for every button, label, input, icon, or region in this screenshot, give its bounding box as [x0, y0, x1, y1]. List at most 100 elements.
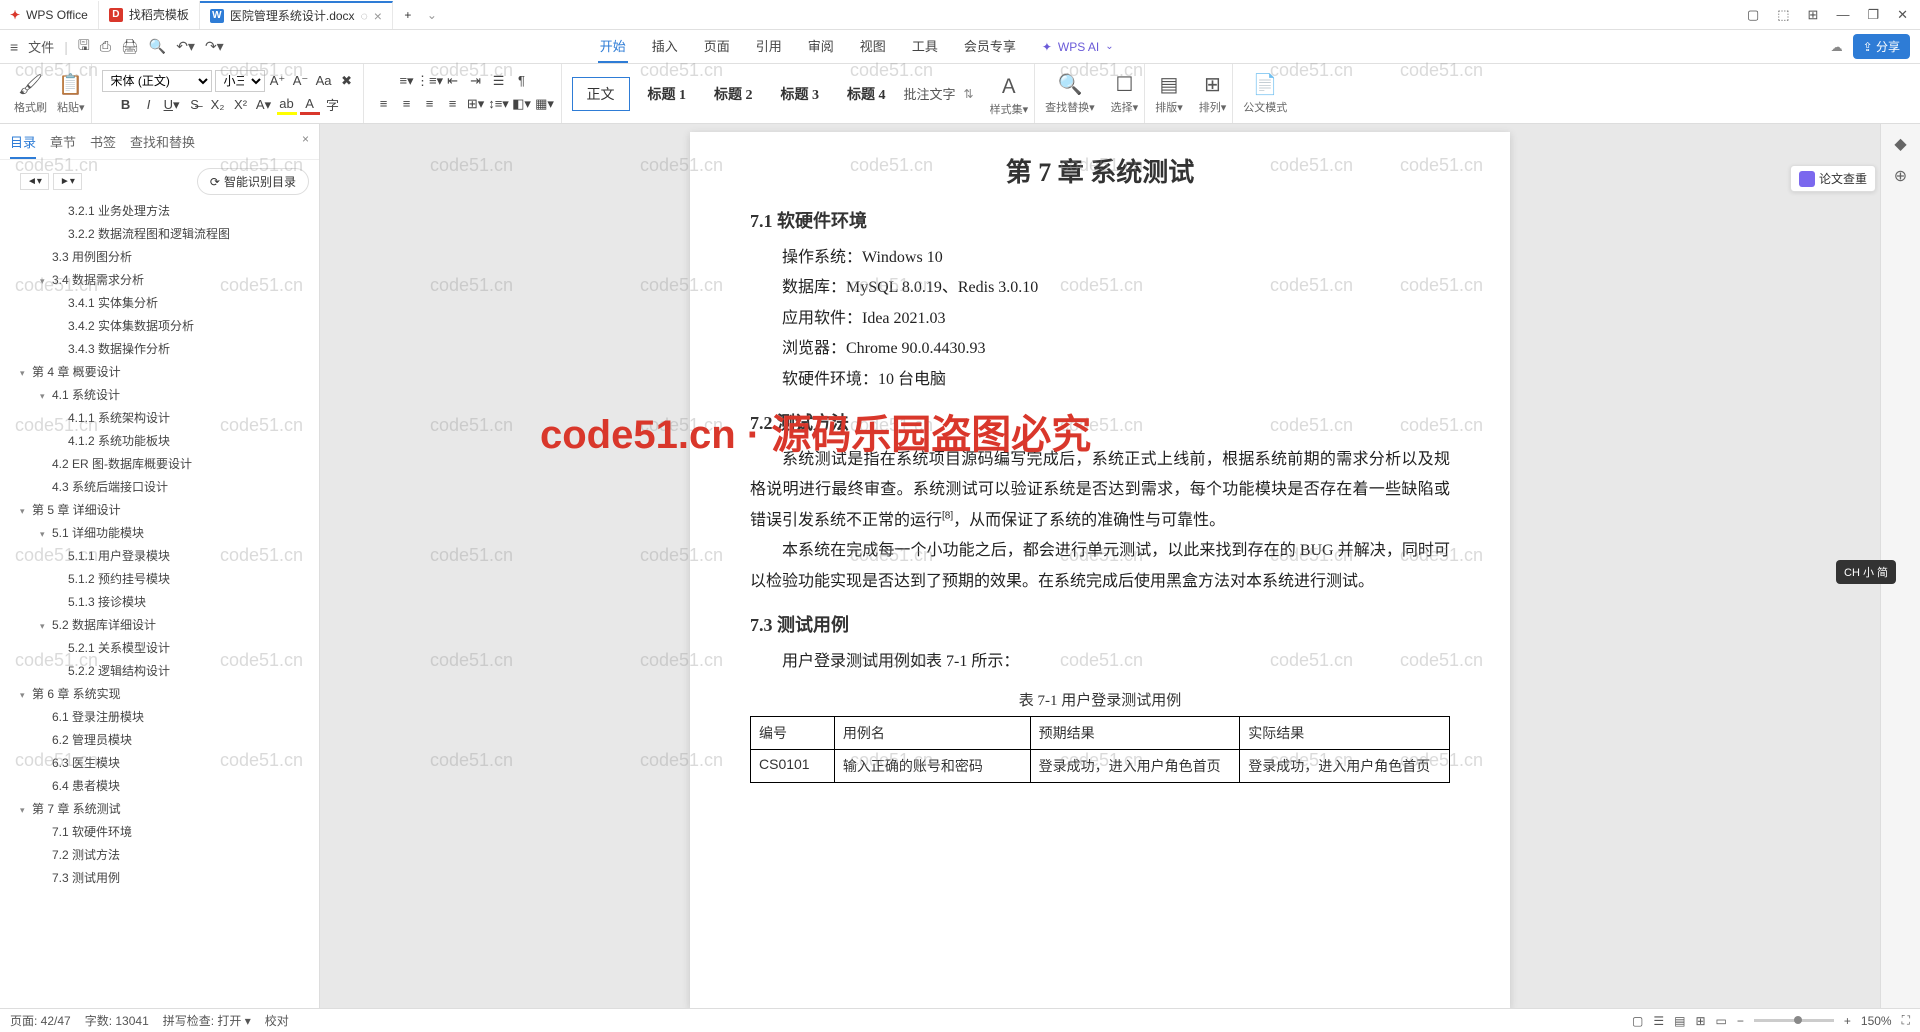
preview-icon[interactable]: 🔍	[149, 38, 166, 55]
tab-document[interactable]: W 医院管理系统设计.docx ◌ ×	[200, 1, 393, 29]
line-spacing-icon[interactable]: ↕≡▾	[489, 94, 509, 114]
sidebar-tab-bookmarks[interactable]: 书签	[90, 132, 116, 159]
outline-item[interactable]: 4.3 系统后端接口设计	[0, 475, 319, 498]
outline-item[interactable]: 3.4.1 实体集分析	[0, 291, 319, 314]
outline-item[interactable]: ▾3.4 数据需求分析	[0, 268, 319, 291]
decrease-font-icon[interactable]: A⁻	[291, 71, 311, 91]
phonetic-icon[interactable]: 字	[323, 95, 343, 115]
sidebar-tab-outline[interactable]: 目录	[10, 132, 36, 159]
change-case-icon[interactable]: Aa	[314, 71, 334, 91]
outline-item[interactable]: 3.2.1 业务处理方法	[0, 199, 319, 222]
bullets-icon[interactable]: ≡▾	[397, 71, 417, 91]
sidebar-tab-sections[interactable]: 章节	[50, 132, 76, 159]
word-count[interactable]: 字数: 13041	[85, 1012, 149, 1029]
outline-collapse-icon[interactable]: ◄▾	[20, 173, 49, 190]
decrease-indent-icon[interactable]: ⇤	[443, 71, 463, 91]
style-h2[interactable]: 标题 2	[704, 78, 763, 110]
tool-icon[interactable]: ⊕	[1894, 166, 1907, 186]
tab-insert[interactable]: 插入	[650, 30, 680, 63]
clear-format-icon[interactable]: ✖	[337, 71, 357, 91]
new-tab-button[interactable]: +	[393, 1, 423, 29]
strikethrough-icon[interactable]: S̶	[185, 95, 205, 115]
redo-icon[interactable]: ↷▾	[205, 38, 224, 55]
outline-item[interactable]: 5.2.1 关系模型设计	[0, 636, 319, 659]
select-group[interactable]: ☐ 选择▾	[1105, 64, 1146, 123]
share-button[interactable]: ⇪ 分享	[1853, 34, 1910, 59]
outline-item[interactable]: 3.3 用例图分析	[0, 245, 319, 268]
style-h4[interactable]: 标题 4	[837, 78, 896, 110]
tab-page[interactable]: 页面	[702, 30, 732, 63]
tab-tools[interactable]: 工具	[910, 30, 940, 63]
outline-item[interactable]: 5.1.2 预约挂号模块	[0, 567, 319, 590]
tab-templates[interactable]: D 找稻壳模板	[99, 1, 200, 29]
outline-expand-icon[interactable]: ►▾	[53, 173, 82, 190]
tab-member[interactable]: 会员专享	[962, 30, 1018, 63]
outline-item[interactable]: ▾第 5 章 详细设计	[0, 498, 319, 521]
view-icon[interactable]: ▢	[1632, 1014, 1643, 1028]
tab-list-dropdown[interactable]: ⌄	[427, 8, 437, 22]
fullscreen-icon[interactable]: ⛶	[1902, 1013, 1910, 1028]
align-center-icon[interactable]: ≡	[397, 94, 417, 114]
outline-item[interactable]: 6.3 医生模块	[0, 751, 319, 774]
outline-item[interactable]: 3.4.2 实体集数据项分析	[0, 314, 319, 337]
outline-item[interactable]: 4.2 ER 图-数据库概要设计	[0, 452, 319, 475]
font-color-icon[interactable]: A	[300, 95, 320, 115]
style-body[interactable]: 正文	[572, 77, 630, 111]
file-menu[interactable]: 文件	[28, 37, 54, 56]
outline-item[interactable]: ▾第 4 章 概要设计	[0, 360, 319, 383]
align-left-icon[interactable]: ≡	[374, 94, 394, 114]
outline-item[interactable]: 4.1.2 系统功能板块	[0, 429, 319, 452]
style-h1[interactable]: 标题 1	[638, 78, 697, 110]
tool-icon[interactable]: ◆	[1894, 134, 1906, 154]
zoom-in-icon[interactable]: +	[1844, 1014, 1851, 1028]
official-group[interactable]: 📄 公文模式	[1237, 64, 1293, 123]
outline-item[interactable]: 7.3 测试用例	[0, 866, 319, 889]
outline-item[interactable]: 6.4 患者模块	[0, 774, 319, 797]
format-painter-icon[interactable]: 🖌	[14, 72, 47, 97]
style-comment[interactable]: 批注文字	[904, 84, 956, 103]
sidebar-tab-findreplace[interactable]: 查找和替换	[130, 132, 195, 159]
proofread-status[interactable]: 校对	[265, 1012, 289, 1029]
outline-item[interactable]: 4.1.1 系统架构设计	[0, 406, 319, 429]
outline-item[interactable]: 5.1.1 用户登录模块	[0, 544, 319, 567]
increase-indent-icon[interactable]: ⇥	[466, 71, 486, 91]
close-icon[interactable]: ×	[302, 132, 309, 146]
app-home-tab[interactable]: ✦ WPS Office	[0, 1, 99, 29]
view-icon[interactable]: ▭	[1716, 1014, 1727, 1028]
arrange-group[interactable]: ⊞ 排列▾	[1193, 64, 1234, 123]
export-icon[interactable]: ⎙	[100, 38, 111, 55]
underline-icon[interactable]: U▾	[162, 95, 182, 115]
text-effect-icon[interactable]: A▾	[254, 95, 274, 115]
tab-reference[interactable]: 引用	[754, 30, 784, 63]
align-right-icon[interactable]: ≡	[420, 94, 440, 114]
view-icon[interactable]: ☰	[1653, 1014, 1664, 1028]
shading-icon[interactable]: ◧▾	[512, 94, 532, 114]
numbering-icon[interactable]: ⋮≡▾	[420, 71, 440, 91]
outline-item[interactable]: 3.4.3 数据操作分析	[0, 337, 319, 360]
menu-icon[interactable]: ≡	[10, 39, 18, 55]
document-area[interactable]: 第 7 章 系统测试 7.1 软硬件环境 操作系统：Windows 10 数据库…	[320, 124, 1880, 1008]
outline-item[interactable]: ▾5.2 数据库详细设计	[0, 613, 319, 636]
justify-icon[interactable]: ≡	[443, 94, 463, 114]
italic-icon[interactable]: I	[139, 95, 159, 115]
wps-ai-button[interactable]: ✦ WPS AI ⌄	[1042, 40, 1114, 54]
paste-icon[interactable]: 📋	[57, 72, 85, 97]
bold-icon[interactable]: B	[116, 95, 136, 115]
grid-icon[interactable]: ⊞	[1808, 7, 1819, 23]
outline-item[interactable]: 5.1.3 接诊模块	[0, 590, 319, 613]
paper-review-button[interactable]: 论文查重	[1790, 165, 1876, 192]
outline-item[interactable]: 7.1 软硬件环境	[0, 820, 319, 843]
show-marks-icon[interactable]: ¶	[512, 71, 532, 91]
outline-item[interactable]: ▾5.1 详细功能模块	[0, 521, 319, 544]
outline-item[interactable]: 6.2 管理员模块	[0, 728, 319, 751]
outline-item[interactable]: ▾第 6 章 系统实现	[0, 682, 319, 705]
undo-icon[interactable]: ↶▾	[176, 38, 195, 55]
sort-icon[interactable]: ☰	[489, 71, 509, 91]
tab-review[interactable]: 审阅	[806, 30, 836, 63]
outline-item[interactable]: 7.2 测试方法	[0, 843, 319, 866]
minimize-icon[interactable]: —	[1836, 7, 1849, 23]
close-window-icon[interactable]: ✕	[1897, 7, 1908, 23]
window-icon[interactable]: ▢	[1747, 7, 1759, 23]
distribute-icon[interactable]: ⊞▾	[466, 94, 486, 114]
font-name-select[interactable]: 宋体 (正文)	[102, 70, 212, 92]
